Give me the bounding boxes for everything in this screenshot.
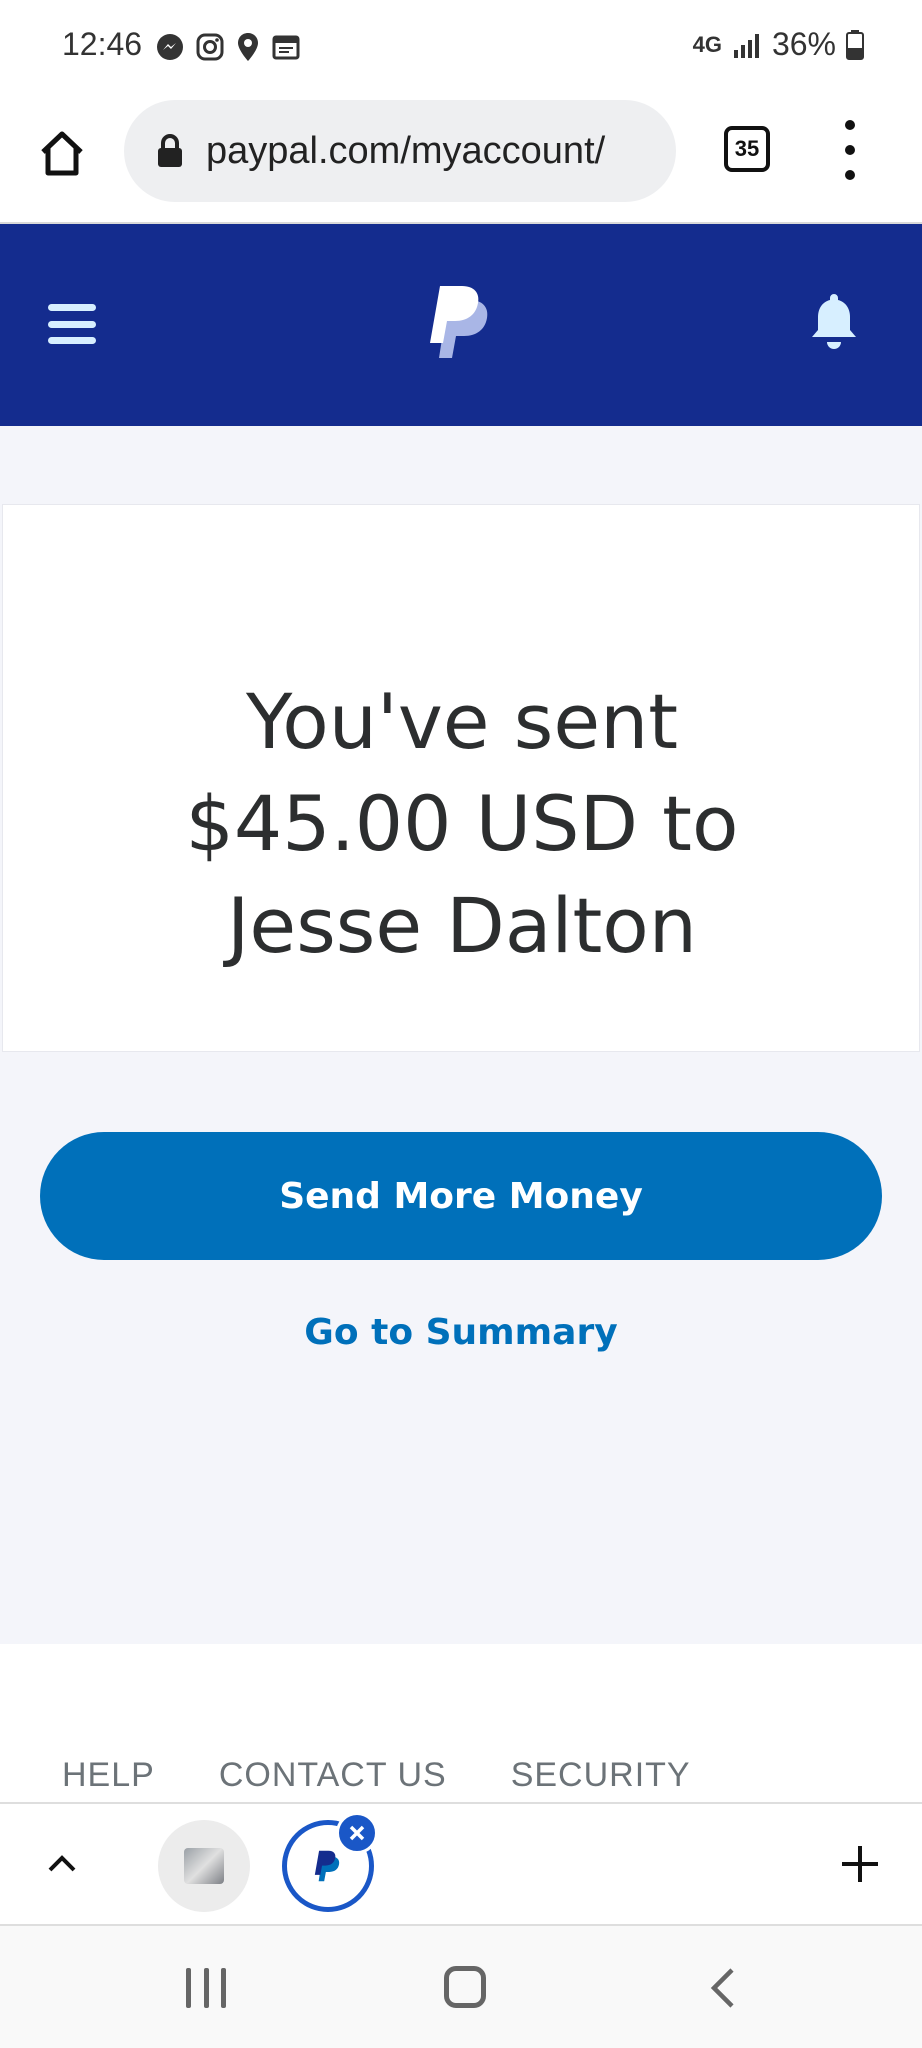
close-icon — [349, 1825, 365, 1841]
browser-toolbar: paypal.com/myaccount/ 35 — [0, 92, 922, 224]
footer-link-security[interactable]: SECURITY — [511, 1756, 691, 1795]
close-tab-button[interactable] — [336, 1812, 378, 1854]
new-tab-plus-icon[interactable] — [838, 1842, 882, 1886]
android-navigation-bar — [0, 1926, 922, 2048]
status-notification-icons — [156, 32, 300, 62]
signal-icon — [733, 33, 759, 58]
confirmation-line-2: $45.00 USD to — [185, 779, 739, 868]
address-bar[interactable]: paypal.com/myaccount/ — [124, 100, 676, 202]
url-text: paypal.com/myaccount/ — [206, 129, 606, 172]
confirmation-card: You've sent $45.00 USD to Jesse Dalton — [2, 504, 920, 1052]
confirmation-message: You've sent $45.00 USD to Jesse Dalton — [3, 671, 921, 977]
paypal-favicon-icon — [314, 1850, 340, 1882]
home-icon — [41, 131, 83, 176]
status-bar: 12:46 4G 36% — [0, 0, 922, 92]
paypal-logo-icon[interactable] — [426, 282, 496, 362]
tab-favicon — [184, 1848, 224, 1884]
home-button[interactable] — [34, 126, 90, 182]
chevron-up-icon[interactable] — [44, 1846, 80, 1882]
main-content: You've sent $45.00 USD to Jesse Dalton S… — [0, 426, 922, 1644]
location-icon — [238, 33, 258, 61]
messenger-icon — [157, 34, 183, 60]
send-more-money-button[interactable]: Send More Money — [40, 1132, 882, 1260]
network-type: 4G — [692, 31, 722, 57]
bell-icon[interactable] — [808, 290, 860, 352]
menu-icon[interactable] — [48, 304, 96, 344]
more-vert-icon[interactable] — [838, 120, 862, 180]
status-time: 12:46 — [62, 26, 143, 62]
page-footer: HELP CONTACT US SECURITY — [0, 1644, 922, 1802]
footer-link-help[interactable]: HELP — [62, 1756, 155, 1795]
battery-percent: 36% — [771, 26, 836, 62]
home-nav-button[interactable] — [444, 1966, 486, 2008]
tab-group-strip — [0, 1802, 922, 1926]
footer-links: HELP CONTACT US SECURITY — [62, 1756, 691, 1795]
recents-button[interactable] — [186, 1968, 226, 2008]
calendar-icon — [272, 35, 300, 60]
lock-icon — [158, 134, 182, 167]
go-to-summary-link[interactable]: Go to Summary — [0, 1312, 922, 1353]
battery-icon — [846, 29, 864, 60]
instagram-icon — [196, 33, 224, 61]
back-icon[interactable] — [708, 1966, 736, 2010]
paypal-header — [0, 224, 922, 426]
confirmation-line-3: Jesse Dalton — [227, 881, 697, 970]
tabs-button[interactable]: 35 — [724, 126, 770, 172]
confirmation-line-1: You've sent — [245, 677, 679, 766]
tab-thumbnail[interactable] — [158, 1820, 250, 1912]
status-right: 4G 36% — [693, 26, 864, 63]
footer-link-contact-us[interactable]: CONTACT US — [219, 1756, 447, 1795]
